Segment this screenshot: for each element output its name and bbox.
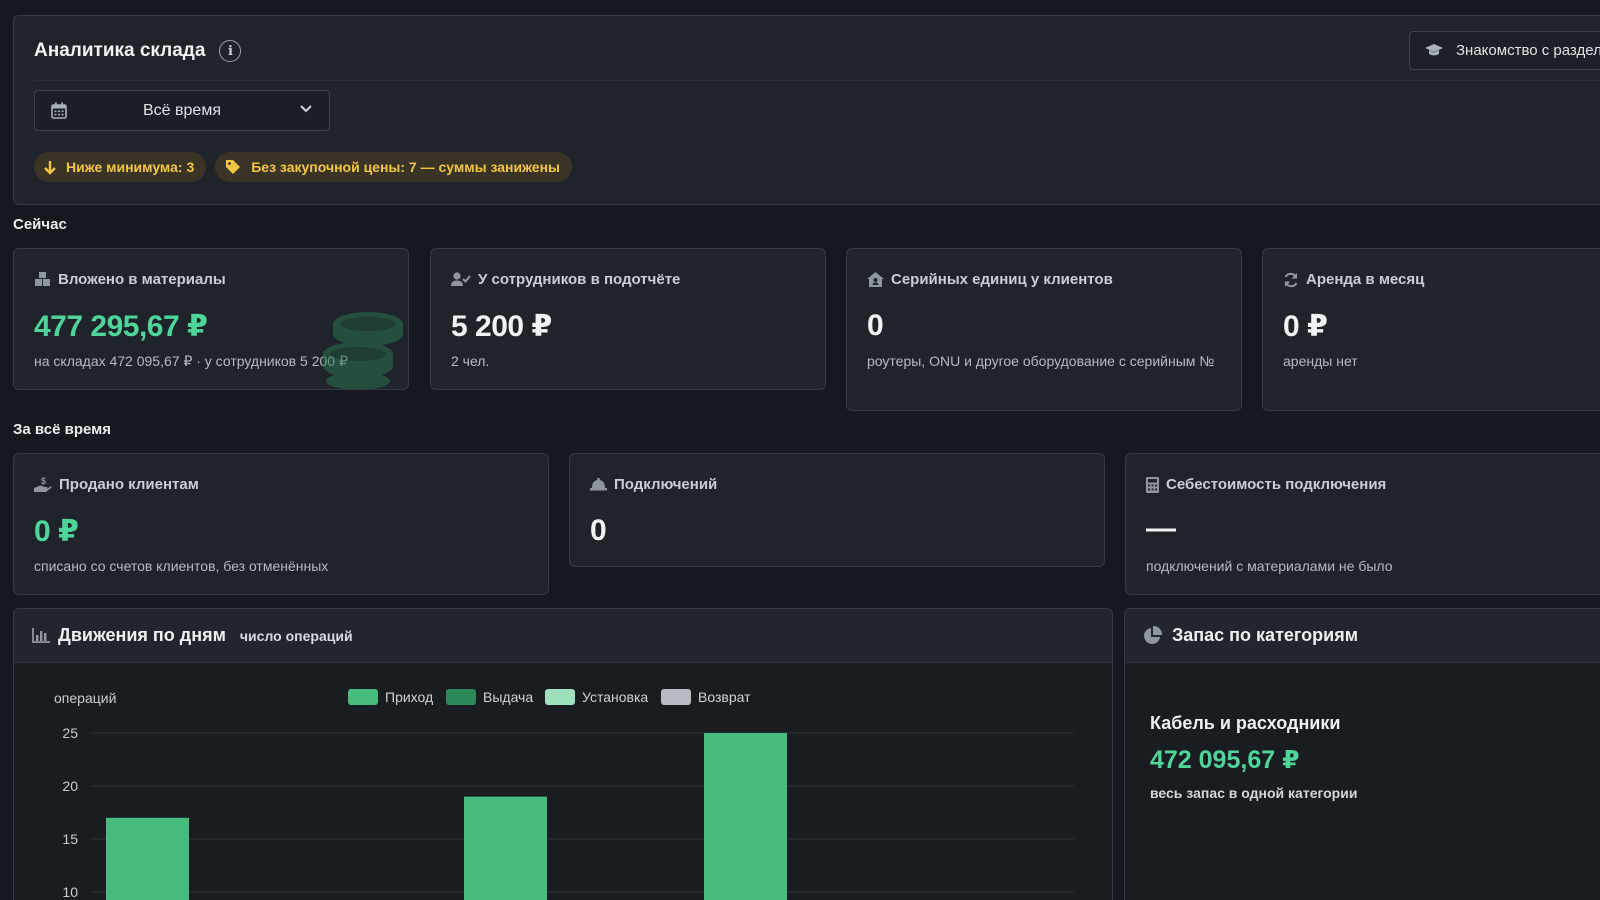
chart-bar-icon: [32, 628, 50, 643]
hand-dollar-icon: $: [34, 476, 52, 492]
card-title: Подключений: [614, 476, 718, 493]
card-title: Вложено в материалы: [58, 271, 226, 288]
category-stock-panel: Запас по категориям Кабель и расходники …: [1124, 608, 1600, 900]
guide-button[interactable]: Знакомство с раздел: [1409, 31, 1600, 70]
chevron-down-icon: [300, 105, 312, 113]
tag-icon: [226, 160, 241, 174]
category-stock-header: Запас по категориям: [1125, 609, 1600, 663]
card-title: Аренда в месяц: [1306, 271, 1425, 288]
y-tick-label: 10: [62, 884, 78, 900]
movements-chart-header: Движения по дням число операций: [14, 609, 1112, 663]
period-select-value: Всё время: [143, 101, 221, 119]
card-subtext: 2 чел.: [451, 353, 490, 369]
page-title: Аналитика склада: [34, 40, 206, 61]
card-employees: У сотрудников в подотчёте 5 200 ₽ 2 чел.: [430, 248, 826, 390]
card-value: —: [1146, 512, 1176, 545]
bar-prihod: [704, 733, 787, 900]
info-icon[interactable]: i: [219, 40, 242, 62]
legend-label: Установка: [582, 689, 648, 705]
y-tick-label: 15: [62, 831, 78, 847]
no-purchase-price-label: Без закупочной цены: 7 — суммы занижены: [251, 159, 561, 175]
pie-chart-icon: [1144, 626, 1162, 644]
below-minimum-chip[interactable]: Ниже минимума: 3: [34, 152, 207, 182]
category-note: весь запас в одной категории: [1150, 785, 1358, 801]
card-title: Себестоимость подключения: [1166, 476, 1387, 493]
category-name: Кабель и расходники: [1150, 713, 1341, 733]
user-check-icon: [451, 272, 471, 286]
below-minimum-label: Ниже минимума: 3: [66, 159, 195, 175]
header-panel: Аналитика склада i Знакомство с раздел В…: [13, 15, 1600, 205]
movements-chart-title: Движения по дням: [58, 625, 226, 645]
card-value: 0: [867, 309, 884, 342]
house-user-icon: [867, 272, 884, 287]
card-value: 0 ₽: [34, 515, 79, 548]
legend-label: Выдача: [483, 689, 533, 705]
movements-chart-subtitle: число операций: [239, 627, 353, 644]
card-invested: Вложено в материалы 477 295,67 ₽ на скла…: [13, 248, 409, 390]
guide-button-label: Знакомство с раздел: [1456, 42, 1600, 59]
legend-swatch: [446, 689, 476, 705]
card-serial-units: Серийных единиц у клиентов 0 роутеры, ON…: [846, 248, 1242, 411]
card-title: Серийных единиц у клиентов: [891, 271, 1113, 288]
category-stock-title: Запас по категориям: [1172, 625, 1359, 645]
card-subtext: роутеры, ONU и другое оборудование с сер…: [867, 353, 1215, 369]
card-value: 0 ₽: [1283, 310, 1328, 343]
refresh-icon: [1284, 272, 1298, 287]
bar-prihod: [106, 817, 189, 900]
card-rent: Аренда в месяц 0 ₽ аренды нет: [1262, 248, 1600, 411]
header-divider: [34, 80, 1600, 81]
card-value: 5 200 ₽: [451, 310, 552, 343]
calendar-icon: [51, 102, 67, 119]
card-value: 477 295,67 ₽: [34, 310, 208, 343]
movements-chart-panel: Движения по дням число операций операций…: [13, 608, 1113, 900]
section-label-now: Сейчас: [13, 216, 67, 233]
y-axis-label: операций: [54, 690, 116, 706]
category-value: 472 095,67 ₽: [1150, 746, 1300, 774]
coins-icon: [323, 312, 403, 389]
card-subtext: подключений с материалами не было: [1146, 558, 1393, 574]
card-sold: $ Продано клиентам 0 ₽ списано со счетов…: [13, 453, 549, 595]
arrow-down-icon: [44, 160, 56, 175]
card-value: 0: [590, 514, 607, 547]
svg-text:$: $: [41, 476, 46, 486]
card-subtext: списано со счетов клиентов, без отменённ…: [34, 558, 329, 574]
card-title: У сотрудников в подотчёте: [478, 271, 681, 288]
card-connection-cost: Себестоимость подключения — подключений …: [1125, 453, 1600, 595]
legend-swatch: [348, 689, 378, 705]
bar-prihod: [464, 796, 547, 900]
legend-label: Возврат: [698, 689, 751, 705]
period-select[interactable]: Всё время: [34, 90, 330, 131]
legend-swatch: [661, 689, 691, 705]
warning-chips: Ниже минимума: 3 Без закупочной цены: 7 …: [34, 152, 573, 182]
card-subtext: аренды нет: [1283, 353, 1358, 369]
calculator-icon: [1146, 476, 1159, 493]
movements-chart: операций Приход Выдача Установка Возврат 10 15…: [54, 689, 1074, 900]
card-connections: Подключений 0: [569, 453, 1105, 567]
legend-label: Приход: [385, 689, 433, 705]
legend-swatch: [545, 689, 575, 705]
card-title: Продано клиентам: [59, 476, 199, 493]
hardhat-icon: [590, 478, 607, 491]
section-label-all-time: За всё время: [13, 421, 111, 438]
graduation-cap-icon: [1425, 43, 1443, 55]
boxes-icon: [35, 272, 50, 286]
y-tick-label: 25: [62, 725, 78, 741]
no-purchase-price-chip[interactable]: Без закупочной цены: 7 — суммы занижены: [215, 152, 573, 182]
y-tick-label: 20: [62, 778, 78, 794]
